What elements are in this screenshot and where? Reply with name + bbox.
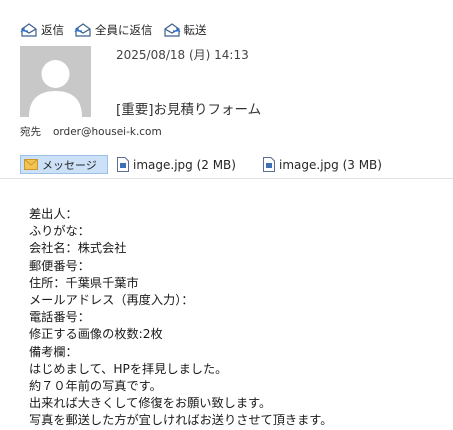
body-line: 出来れば大きくして修復をお願い致します。 bbox=[29, 396, 272, 411]
file-icon bbox=[263, 157, 275, 172]
forward-button[interactable]: 転送 bbox=[163, 22, 207, 38]
message-subject: [重要]お見積りフォーム bbox=[116, 102, 262, 118]
attachment-label: image.jpg (3 MB) bbox=[279, 157, 382, 172]
attachment-bar: メッセージ image.jpg (2 MB) image.jpg (3 MB) bbox=[0, 150, 453, 179]
attachment-label: image.jpg (2 MB) bbox=[133, 157, 236, 172]
reply-button[interactable]: 返信 bbox=[20, 22, 64, 38]
reply-all-icon bbox=[74, 23, 91, 37]
envelope-icon bbox=[24, 159, 38, 170]
reply-label: 返信 bbox=[41, 23, 64, 37]
forward-label: 転送 bbox=[183, 23, 207, 37]
reply-icon bbox=[20, 23, 37, 37]
message-tab[interactable]: メッセージ bbox=[20, 155, 108, 174]
message-date: 2025/08/18 (月) 14:13 bbox=[116, 48, 249, 62]
reply-all-label: 全員に返信 bbox=[95, 23, 153, 37]
body-line: 郵便番号： bbox=[29, 258, 90, 273]
toolbar: 返信 全員に返信 転送 bbox=[20, 22, 217, 38]
to-address[interactable]: order@housei-k.com bbox=[53, 126, 162, 138]
to-label: 宛先 bbox=[20, 126, 41, 138]
attachment-item[interactable]: image.jpg (2 MB) bbox=[117, 155, 236, 174]
body-line: メールアドレス（再度入力）： bbox=[29, 293, 194, 308]
body-line: 会社名：株式会社 bbox=[29, 241, 127, 256]
forward-icon bbox=[163, 23, 180, 37]
attachment-item[interactable]: image.jpg (3 MB) bbox=[263, 155, 382, 174]
reply-all-button[interactable]: 全員に返信 bbox=[74, 22, 153, 38]
avatar bbox=[20, 46, 91, 117]
message-body: 差出人： ふりがな： 会社名：株式会社 郵便番号： 住所：千葉県千葉市 メールア… bbox=[29, 206, 332, 430]
avatar-silhouette-icon bbox=[29, 60, 82, 117]
body-line: 修正する画像の枚数:2枚 bbox=[29, 327, 163, 342]
body-line: はじめまして、HPを拝見しました。 bbox=[29, 361, 228, 376]
body-line: ふりがな： bbox=[29, 224, 90, 239]
body-line: 約７０年前の写真です。 bbox=[29, 379, 162, 394]
body-line: 備考欄： bbox=[29, 344, 78, 359]
body-line: 電話番号： bbox=[29, 310, 90, 325]
message-tab-label: メッセージ bbox=[42, 158, 97, 172]
file-icon bbox=[117, 157, 129, 172]
body-line: 住所：千葉県千葉市 bbox=[29, 275, 139, 290]
body-line: 写真を郵送した方が宜しければお送りさせて頂きます。 bbox=[29, 413, 333, 428]
body-line: 差出人： bbox=[29, 207, 78, 221]
recipient-line: 宛先 order@housei-k.com bbox=[20, 124, 162, 139]
